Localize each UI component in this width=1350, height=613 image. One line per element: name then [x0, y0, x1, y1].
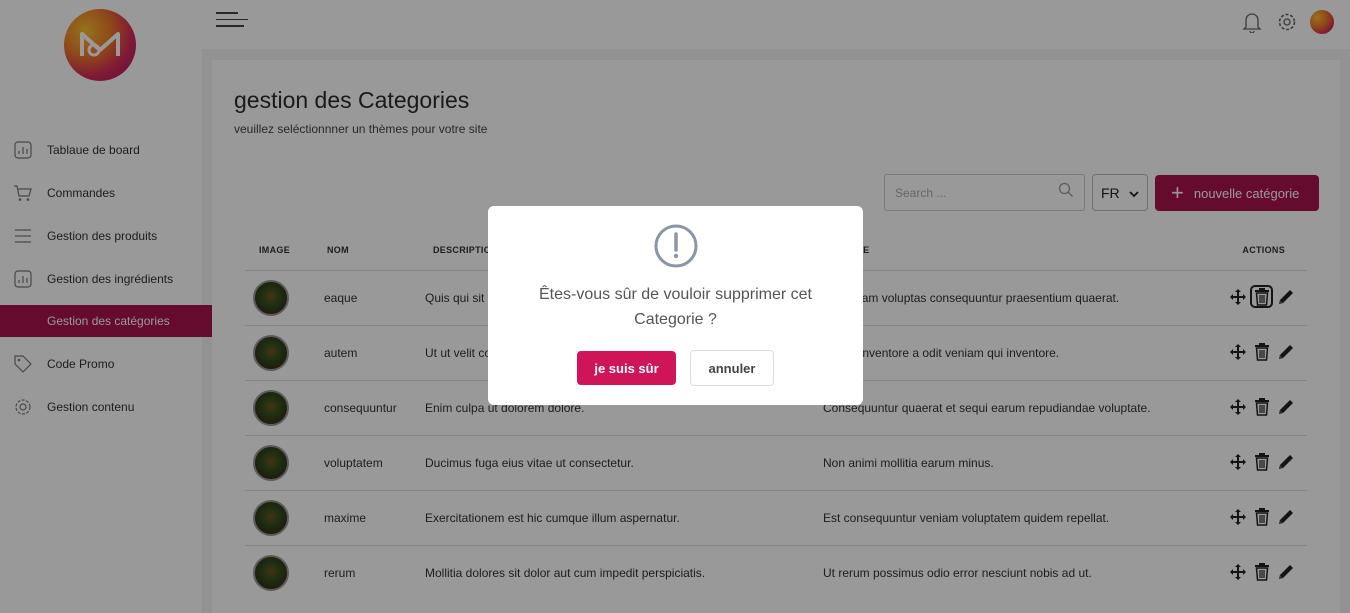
cancel-button[interactable]: annuler — [690, 350, 774, 386]
confirm-delete-modal: Êtes-vous sûr de vouloir supprimer cet C… — [488, 206, 863, 405]
confirm-button[interactable]: je suis sûr — [577, 351, 676, 385]
modal-message: Êtes-vous sûr de vouloir supprimer cet C… — [539, 286, 812, 328]
warning-icon — [654, 224, 698, 268]
